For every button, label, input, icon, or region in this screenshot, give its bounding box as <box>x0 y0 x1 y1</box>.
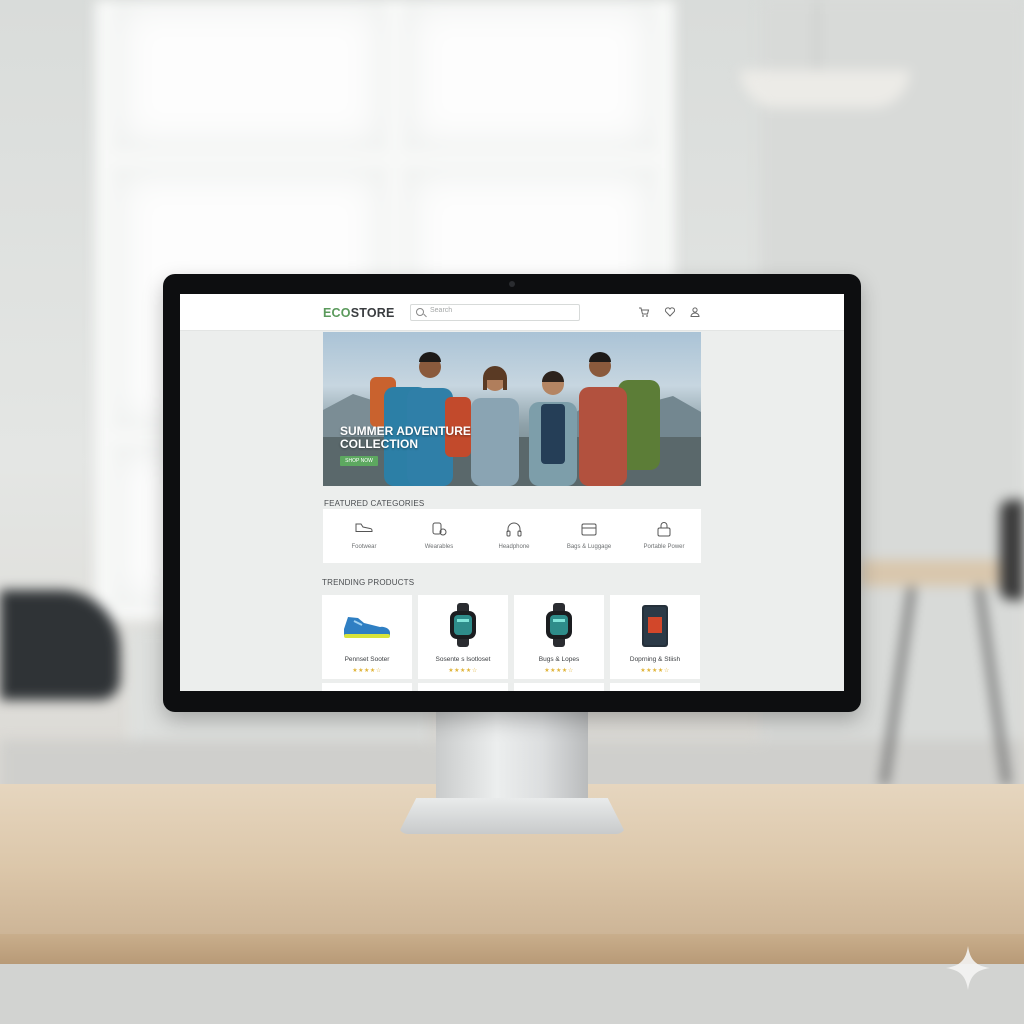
product-rating: ★★★★☆ <box>640 668 670 674</box>
category-footwear[interactable]: Footwear <box>327 509 401 563</box>
category-label: Wearables <box>424 544 454 550</box>
bag-icon <box>581 523 597 536</box>
category-label: Bags & Luggage <box>566 544 612 550</box>
product-rating: ★★★★☆ <box>352 668 382 674</box>
search-input[interactable]: Search <box>410 304 580 321</box>
monitor-screen: ECOSTORE Search SUMMER ADVENTURE COLLECT… <box>180 294 844 691</box>
wearables-icon <box>432 522 447 536</box>
hero-image <box>323 352 701 486</box>
smartwatch-image <box>450 603 476 647</box>
hero-title: SUMMER ADVENTURE COLLECTION <box>340 424 471 451</box>
featured-categories-title: FEATURED CATEGORIES <box>324 499 425 508</box>
product-name: Sosente s Isotloset <box>435 656 491 663</box>
category-label: Headphone <box>498 544 530 550</box>
category-bags[interactable]: Bags & Luggage <box>552 509 626 563</box>
sparkle-watermark-icon <box>946 946 990 990</box>
hero-banner[interactable]: SUMMER ADVENTURE COLLECTION SHOP NOW <box>323 332 701 486</box>
product-card-partial[interactable] <box>610 683 700 691</box>
product-card[interactable]: Pennset Sooter ★★★★☆ <box>322 595 412 679</box>
product-card[interactable]: Doprning & Stiish ★★★★☆ <box>610 595 700 679</box>
product-rating: ★★★★☆ <box>544 668 574 674</box>
headphone-icon <box>506 522 522 537</box>
shop-now-button[interactable]: SHOP NOW <box>340 456 378 466</box>
product-card-partial[interactable] <box>514 683 604 691</box>
monitor-stand <box>436 708 588 808</box>
site-header: ECOSTORE Search <box>180 294 844 331</box>
product-card[interactable]: Sosente s Isotloset ★★★★☆ <box>418 595 508 679</box>
trending-products-title: TRENDING PRODUCTS <box>322 578 415 587</box>
product-rating: ★★★★☆ <box>448 668 478 674</box>
monitor-stand-base <box>398 798 626 834</box>
product-name: Doprning & Stiish <box>629 656 681 663</box>
search-placeholder: Search <box>430 307 453 314</box>
category-label: Portable Power <box>643 544 685 550</box>
category-portable-power[interactable]: Portable Power <box>627 509 701 563</box>
user-icon[interactable] <box>689 306 701 318</box>
pendant-lamp <box>740 70 910 108</box>
smartwatch-image <box>546 603 572 647</box>
cart-icon[interactable] <box>638 306 650 318</box>
product-name: Pennset Sooter <box>344 656 390 663</box>
category-headphone[interactable]: Headphone <box>477 509 551 563</box>
lock-icon <box>657 522 671 537</box>
heart-icon[interactable] <box>664 306 676 318</box>
category-label: Footwear <box>351 544 377 550</box>
featured-categories: Footwear Wearables Headphone Bags & Lugg… <box>323 509 701 563</box>
category-wearables[interactable]: Wearables <box>402 509 476 563</box>
product-card[interactable]: Bugs & Lopes ★★★★☆ <box>514 595 604 679</box>
shoe-icon <box>355 523 373 532</box>
running-shoe-image <box>344 617 391 638</box>
product-card-partial[interactable] <box>322 683 412 691</box>
power-bank-image <box>642 605 668 647</box>
chair <box>0 590 120 700</box>
product-name: Bugs & Lopes <box>538 656 580 663</box>
webcam <box>509 281 515 287</box>
site-logo[interactable]: ECOSTORE <box>323 306 395 320</box>
search-icon <box>416 308 424 316</box>
product-card-partial[interactable] <box>418 683 508 691</box>
